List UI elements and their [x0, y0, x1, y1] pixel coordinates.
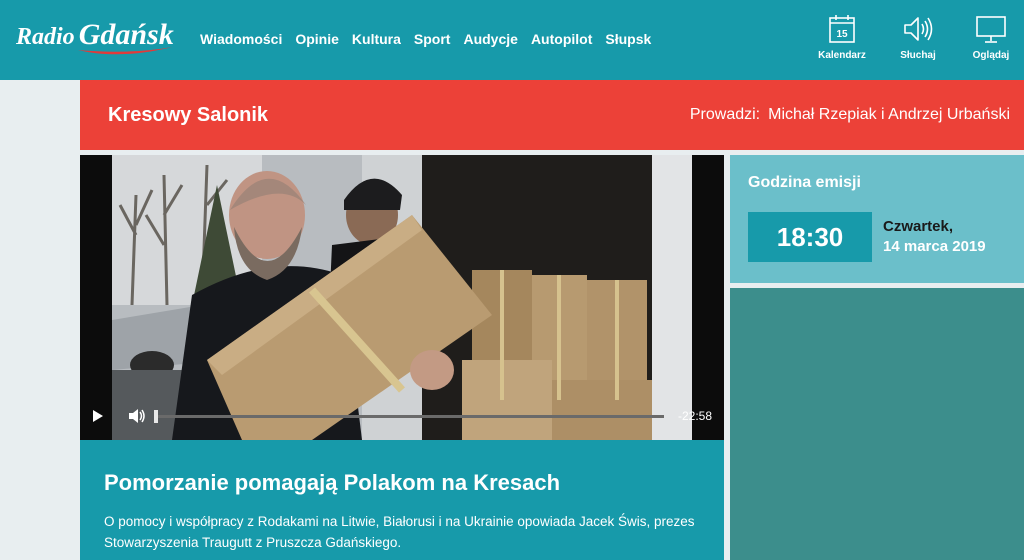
- calendar-day-number: 15: [836, 29, 848, 40]
- listen-button[interactable]: Słuchaj: [883, 14, 953, 61]
- side-panel: [730, 288, 1024, 560]
- logo-word-radio: Radio: [16, 24, 75, 50]
- volume-icon[interactable]: [128, 408, 146, 424]
- watch-button[interactable]: Oglądaj: [956, 14, 1024, 61]
- monitor-icon: [976, 16, 1006, 43]
- nav-item-autopilot[interactable]: Autopilot: [531, 31, 592, 47]
- speaker-icon: [904, 17, 933, 41]
- nav-item-audycje[interactable]: Audycje: [463, 31, 517, 47]
- video-player[interactable]: -22:58: [80, 155, 724, 440]
- listen-label: Słuchaj: [900, 50, 936, 61]
- nav-item-sport[interactable]: Sport: [414, 31, 451, 47]
- seek-bar[interactable]: [154, 415, 664, 418]
- play-icon[interactable]: [92, 410, 104, 422]
- nav-item-slupsk[interactable]: Słupsk: [605, 31, 651, 47]
- seek-handle[interactable]: [154, 410, 158, 423]
- program-title: Kresowy Salonik: [108, 104, 269, 126]
- air-date: 14 marca 2019: [883, 238, 986, 255]
- article-description: O pomocy i współpracy z Rodakami na Litw…: [104, 514, 695, 550]
- article-box: Pomorzanie pomagają Polakom na Kresach O…: [80, 440, 724, 560]
- video-frame-image: [112, 155, 692, 440]
- program-header: Kresowy Salonik Prowadzi: Michał Rzepiak …: [80, 80, 1024, 150]
- top-navigation-bar: Radio Gdańsk Wiadomości Opinie Kultura S…: [0, 0, 1024, 80]
- time-remaining: -22:58: [677, 409, 712, 423]
- watch-label: Oglądaj: [972, 50, 1010, 61]
- calendar-icon: 15: [829, 15, 855, 43]
- hosts-prefix: Prowadzi:: [689, 106, 761, 123]
- program-hosts: Prowadzi: Michał Rzepiak i Andrzej Urbańs…: [690, 106, 1010, 124]
- air-day: Czwartek,: [883, 218, 954, 235]
- nav-item-wiadomosci[interactable]: Wiadomości: [200, 31, 282, 47]
- logo-swoosh-icon: [78, 47, 172, 55]
- nav-item-kultura[interactable]: Kultura: [352, 31, 401, 47]
- calendar-button[interactable]: 15 Kalendarz: [807, 14, 877, 61]
- calendar-label: Kalendarz: [818, 50, 866, 61]
- air-time-label: Godzina emisji: [748, 174, 861, 191]
- air-time-value: 18:30: [748, 212, 872, 262]
- main-menu: Wiadomości Opinie Kultura Sport Audycje …: [200, 31, 664, 47]
- nav-item-opinie[interactable]: Opinie: [295, 31, 339, 47]
- article-title[interactable]: Pomorzanie pomagają Polakom na Kresach: [104, 470, 560, 496]
- air-time-panel: Godzina emisji 18:30 Czwartek, 14 marca …: [730, 155, 1024, 283]
- hosts-names: Michał Rzepiak i Andrzej Urbański: [768, 106, 1010, 123]
